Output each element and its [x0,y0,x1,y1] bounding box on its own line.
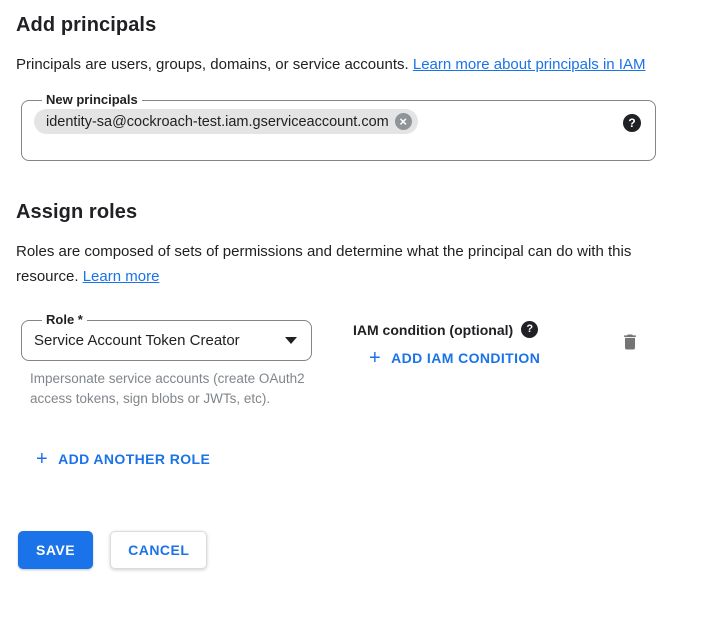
iam-condition-help-icon[interactable]: ? [521,321,538,338]
role-selected-value: Service Account Token Creator [34,332,240,349]
add-principals-panel: Add principals Principals are users, gro… [0,0,713,569]
principals-help-icon[interactable]: ? [623,114,641,132]
add-iam-condition-label: ADD IAM CONDITION [391,350,540,366]
role-row: Role * Service Account Token Creator Imp… [16,313,697,409]
principal-chip-text: identity-sa@cockroach-test.iam.gservicea… [46,114,389,130]
cancel-button[interactable]: CANCEL [110,531,207,569]
trash-icon [620,331,640,353]
page-title: Add principals [16,14,697,37]
chip-remove-icon[interactable]: × [395,113,412,130]
plus-icon: + [36,451,48,467]
principal-chip: identity-sa@cockroach-test.iam.gservicea… [34,109,418,134]
roles-description: Roles are composed of sets of permission… [16,239,676,289]
add-another-role-row: + ADD ANOTHER ROLE [16,443,697,475]
role-column: Role * Service Account Token Creator Imp… [16,313,332,409]
new-principals-field[interactable]: New principals identity-sa@cockroach-tes… [21,93,656,161]
principals-description-text: Principals are users, groups, domains, o… [16,56,409,73]
delete-role-column [620,313,640,358]
add-another-role-label: ADD ANOTHER ROLE [58,451,210,467]
plus-icon: + [369,350,381,366]
new-principals-label: New principals [42,93,142,107]
learn-more-roles-link[interactable]: Learn more [83,268,160,285]
add-iam-condition-button[interactable]: + ADD IAM CONDITION [361,342,548,374]
dropdown-caret-icon [285,337,297,344]
assign-roles-title: Assign roles [16,201,697,224]
iam-condition-label: IAM condition (optional) [353,322,513,338]
principals-description: Principals are users, groups, domains, o… [16,52,676,77]
save-button[interactable]: SAVE [18,531,93,569]
add-another-role-button[interactable]: + ADD ANOTHER ROLE [28,443,218,475]
role-select[interactable]: Role * Service Account Token Creator [21,313,312,361]
iam-condition-column: IAM condition (optional) ? + ADD IAM CON… [353,313,548,374]
role-helper-text: Impersonate service accounts (create OAu… [30,369,330,409]
learn-more-principals-link[interactable]: Learn more about principals in IAM [413,56,646,73]
role-label: Role * [42,313,87,327]
delete-role-button[interactable] [620,331,640,356]
dialog-actions: SAVE CANCEL [16,531,697,569]
